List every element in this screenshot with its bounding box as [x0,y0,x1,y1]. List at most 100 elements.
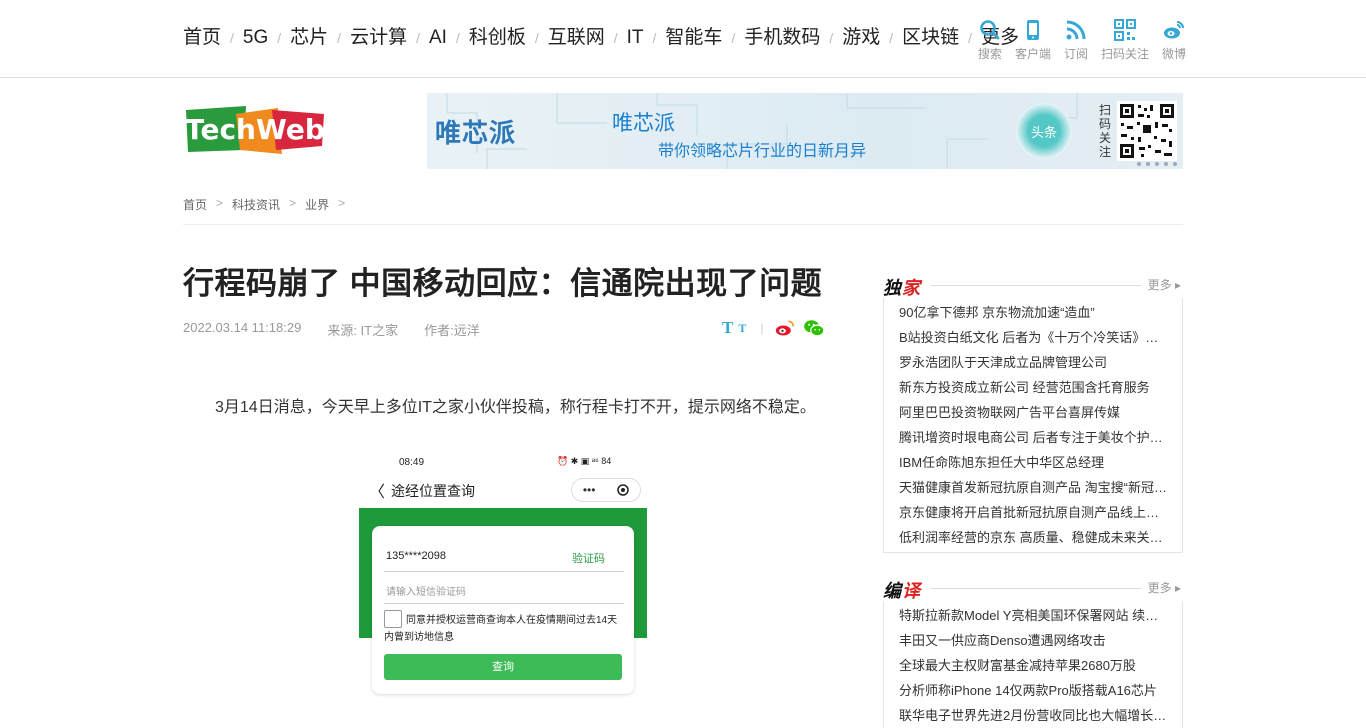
back-arrow-icon: 〈 [369,484,386,501]
article-image-trip-code: 08:49 ⏰ ✱ ▣ ᵃ⁶ 84 〈 途经位置查询 ••• 135****20… [359,450,647,728]
exclusive-section: 独家 更多 ▸ 90亿拿下德邦 京东物流加速“造血” B站投资白纸文化 后者为《… [883,274,1183,553]
article-lead-paragraph: 3月14日消息，今天早上多位IT之家小伙伴投稿，称行程卡打不开，提示网络不稳定。 [215,399,816,416]
divider [384,603,624,604]
exclusive-list: 90亿拿下德邦 京东物流加速“造血” B站投资白纸文化 后者为《十万个冷笑话》出… [883,298,1183,553]
nav-item-ai[interactable]: AI [429,25,447,51]
banner-title: 唯芯派 [612,112,675,135]
breadcrumb-separator: > [338,196,346,210]
article-meta: 2022.03.14 11:18:29 来源: IT之家 作者:远洋 [183,320,506,339]
techweb-logo[interactable]: TechWeb [184,104,326,156]
phone-number: 135****2098 [386,550,446,562]
nav-item-star-market[interactable]: 科创板 [469,25,526,51]
list-item[interactable]: 分析师称iPhone 14仅两款Pro版搭载A16芯片 [899,678,1169,703]
breadcrumb-tech-news[interactable]: 科技资讯 [232,196,280,213]
scan-follow-button[interactable]: 扫码关注 [1101,18,1149,62]
list-item[interactable]: 90亿拿下德邦 京东物流加速“造血” [899,300,1169,325]
badge-text: 头条 [1030,124,1057,140]
phone-status-icons: ⏰ ✱ ▣ ᵃ⁶ 84 [557,456,612,466]
list-item[interactable]: IBM任命陈旭东担任大中华区总经理 [899,450,1169,475]
subscribe-button[interactable]: 订阅 [1064,18,1088,62]
breadcrumb-divider [183,224,1183,225]
translated-title: 编译 [883,581,921,601]
carousel-dots[interactable] [1137,162,1182,166]
client-button[interactable]: 客户端 [1015,18,1051,62]
breadcrumb-industry[interactable]: 业界 [305,196,329,213]
qr-code-image [1117,101,1177,161]
nav-item-games[interactable]: 游戏 [842,25,880,51]
weibo-share-icon[interactable] [775,319,795,337]
list-item[interactable]: 京东健康将开启首批新冠抗原自测产品线上销售 [899,500,1169,525]
translated-more-link[interactable]: 更多 ▸ [1148,579,1181,596]
nav-item-5g[interactable]: 5G [243,25,268,51]
header-rule [931,588,1141,589]
banner-subtitle: 带你领略芯片行业的日新月异 [658,143,867,160]
query-form-card: 135****2098 验证码 请输入短信验证码 同意并授权运营商查询本人在疫情… [372,526,634,694]
logo-text: TechWeb [185,113,325,146]
share-bar: T T | [722,318,825,338]
list-item[interactable]: 阿里巴巴投资物联网广告平台喜屏传媒 [899,400,1169,425]
exclusive-title: 独家 [883,278,921,298]
nav-separator: / [652,30,657,46]
phone-page-title: 途经位置查询 [391,483,475,499]
share-separator: | [760,321,764,335]
nav-separator: / [455,30,460,46]
list-item[interactable]: 全球最大主权财富基金减持苹果2680万股 [899,653,1169,678]
exclusive-more-link[interactable]: 更多 ▸ [1148,276,1181,293]
font-size-large-button[interactable]: T [722,318,733,338]
list-item[interactable]: 罗永浩团队于天津成立品牌管理公司 [899,350,1169,375]
nav-separator: / [416,30,420,46]
list-item[interactable]: 特斯拉新款Model Y亮相美国环保署网站 续航有所提升 [899,603,1169,628]
nav-separator: / [889,30,894,46]
nav-item-chip[interactable]: 芯片 [290,25,328,51]
nav-item-smart-car[interactable]: 智能车 [665,25,722,51]
article-source: 来源: IT之家 [327,323,399,338]
list-item[interactable]: 腾讯增资时垠电商公司 后者专注于美妆个护品牌 [899,425,1169,450]
divider [384,571,624,572]
nav-separator: / [337,30,342,46]
wechat-share-icon[interactable] [803,319,825,337]
qr-code-icon [1113,19,1136,41]
list-item[interactable]: 联华电子世界先进2月份营收同比也大幅增长明显 [899,703,1169,728]
top-navigation: 首页 / 5G / 芯片 / 云计算 / AI / 科创板 / 互联网 / IT… [0,0,1366,78]
nav-separator: / [829,30,834,46]
toutiao-badge: 头条 [1016,103,1072,159]
nav-separator: / [230,30,234,46]
translated-list: 特斯拉新款Model Y亮相美国环保署网站 续航有所提升 丰田又一供应商Dens… [883,601,1183,728]
breadcrumb-home[interactable]: 首页 [183,196,207,213]
nav-separator: / [534,30,539,46]
translated-section: 编译 更多 ▸ 特斯拉新款Model Y亮相美国环保署网站 续航有所提升 丰田又… [883,577,1183,728]
list-item[interactable]: 天猫健康首发新冠抗原自测产品 淘宝搜“新冠抗原”即可购买 [899,475,1169,500]
nav-item-mobile[interactable]: 手机数码 [744,25,820,51]
nav-item-it[interactable]: IT [627,25,644,51]
client-label: 客户端 [1014,47,1051,61]
search-button[interactable]: 搜索 [978,18,1002,62]
nav-item-internet[interactable]: 互联网 [548,25,605,51]
list-item[interactable]: 丰田又一供应商Denso遭遇网络攻击 [899,628,1169,653]
nav-separator: / [613,30,618,46]
nav-item-blockchain[interactable]: 区块链 [902,25,959,51]
list-item[interactable]: 新东方投资成立新公司 经营范围含托育服务 [899,375,1169,400]
nav-separator: / [731,30,736,46]
query-button: 查询 [384,654,622,680]
mobile-phone-icon [1026,20,1039,40]
list-item[interactable]: B站投资白纸文化 后者为《十万个冷笑话》出品方 [899,325,1169,350]
article-title: 行程码崩了 中国移动回应：信通院出现了问题 [183,266,823,301]
search-label: 搜索 [977,47,1002,61]
breadcrumb: 首页 > 科技资讯 > 业界 > [183,196,354,213]
get-code-link: 验证码 [572,553,605,565]
banner-brand: 唯芯派 [435,118,517,148]
phone-status-time: 08:49 [399,457,425,468]
nav-item-cloud[interactable]: 云计算 [350,25,407,51]
rss-icon [1066,20,1086,40]
banner-scan-text: 扫码关注 [1099,103,1112,159]
list-item[interactable]: 低利润率经营的京东 高质量、稳健成未来关键词 [899,525,1169,550]
font-size-small-button[interactable]: T [738,321,746,336]
banner-ad[interactable]: 唯芯派 唯芯派 带你领略芯片行业的日新月异 头条 扫码关注 [427,93,1183,169]
section-header: 编译 更多 ▸ [883,577,1183,601]
nav-separator: / [277,30,282,46]
scan-follow-label: 扫码关注 [1100,47,1149,61]
subscribe-label: 订阅 [1063,47,1088,61]
nav-item-home[interactable]: 首页 [183,25,221,51]
weibo-button[interactable]: 微博 [1162,18,1186,62]
publish-time: 2022.03.14 11:18:29 [183,320,302,335]
